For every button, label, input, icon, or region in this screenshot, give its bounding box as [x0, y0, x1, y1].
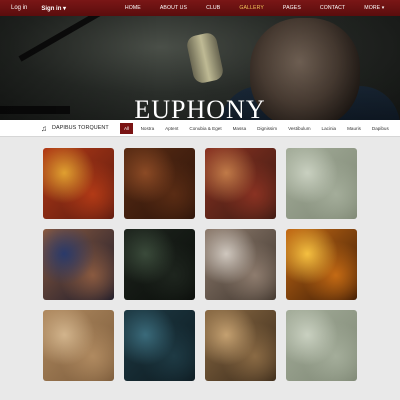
chevron-down-icon: ▾	[63, 5, 67, 12]
carnival-image	[43, 148, 114, 219]
brand: ♫ DAPIBUS TORQUENT	[0, 124, 120, 133]
nav-item-home[interactable]: HOME	[115, 5, 150, 11]
sepia-sketch-image	[43, 310, 114, 381]
gallery-tile[interactable]	[43, 310, 114, 381]
gallery-tile[interactable]	[124, 310, 195, 381]
filter-dignissim[interactable]: Dignissim	[252, 126, 283, 131]
gallery-tile[interactable]	[124, 148, 195, 219]
gallery-tile[interactable]	[124, 229, 195, 300]
gallery-filters: All Nostra Aptent Conubia & Eget Massa Dignis…	[120, 122, 394, 134]
gallery-tile[interactable]	[286, 310, 357, 381]
cassette-image	[205, 148, 276, 219]
nav-item-contact[interactable]: CONTACT	[310, 5, 354, 11]
hero-title: EUPHONY	[134, 95, 266, 120]
filter-conubia-eget[interactable]: Conubia & Eget	[184, 126, 227, 131]
guitar-player-image	[205, 229, 276, 300]
filter-nostra[interactable]: Nostra	[135, 126, 160, 131]
filter-vestibulum[interactable]: Vestibulum	[283, 126, 316, 131]
filter-mauris[interactable]: Mauris	[342, 126, 367, 131]
filter-bar: ♫ DAPIBUS TORQUENT All Nostra Aptent Conubi…	[0, 120, 400, 137]
filter-aptent[interactable]: Aptent	[160, 126, 184, 131]
vintage-paper-image-2	[286, 310, 357, 381]
nav-item-club[interactable]: CLUB	[197, 5, 230, 11]
signin-link[interactable]: Sign in ▾	[41, 5, 66, 12]
login-link[interactable]: Log in	[11, 5, 27, 12]
gallery-tile[interactable]	[205, 148, 276, 219]
main-nav: HOME ABOUT US CLUB GALLERY PAGES CONTACT MORE …	[115, 5, 400, 11]
hero-banner: EUPHONY	[0, 16, 400, 120]
nav-item-about-us[interactable]: ABOUT US	[150, 5, 196, 11]
gallery-tile[interactable]	[43, 148, 114, 219]
top-bar: Log in Sign in ▾ HOME ABOUT US CLUB GALLERY…	[0, 0, 400, 16]
dancer-image	[43, 229, 114, 300]
gallery-tile[interactable]	[205, 229, 276, 300]
gallery-tile[interactable]	[205, 310, 276, 381]
signin-label: Sign in	[41, 5, 62, 12]
violinist-image	[205, 310, 276, 381]
filter-all[interactable]: All	[120, 122, 134, 134]
vintage-paper-image	[286, 148, 357, 219]
music-note-icon: ♫	[41, 123, 47, 133]
nav-item-gallery[interactable]: GALLERY	[230, 5, 274, 11]
radio-image	[124, 310, 195, 381]
brand-title: DAPIBUS TORQUENT	[52, 125, 109, 131]
guitar-wood-image	[124, 148, 195, 219]
filter-lacinia[interactable]: Lacinia	[316, 126, 342, 131]
nav-item-more[interactable]: MORE ▾	[355, 5, 394, 11]
gallery-tile[interactable]	[43, 229, 114, 300]
drummer-image	[124, 229, 195, 300]
gallery-tile[interactable]	[286, 148, 357, 219]
concert-crowd-image	[286, 229, 357, 300]
gallery-tile[interactable]	[286, 229, 357, 300]
filter-dapibus[interactable]: Dapibus	[366, 126, 394, 131]
filter-massa[interactable]: Massa	[227, 126, 252, 131]
nav-item-pages[interactable]: PAGES	[273, 5, 310, 11]
